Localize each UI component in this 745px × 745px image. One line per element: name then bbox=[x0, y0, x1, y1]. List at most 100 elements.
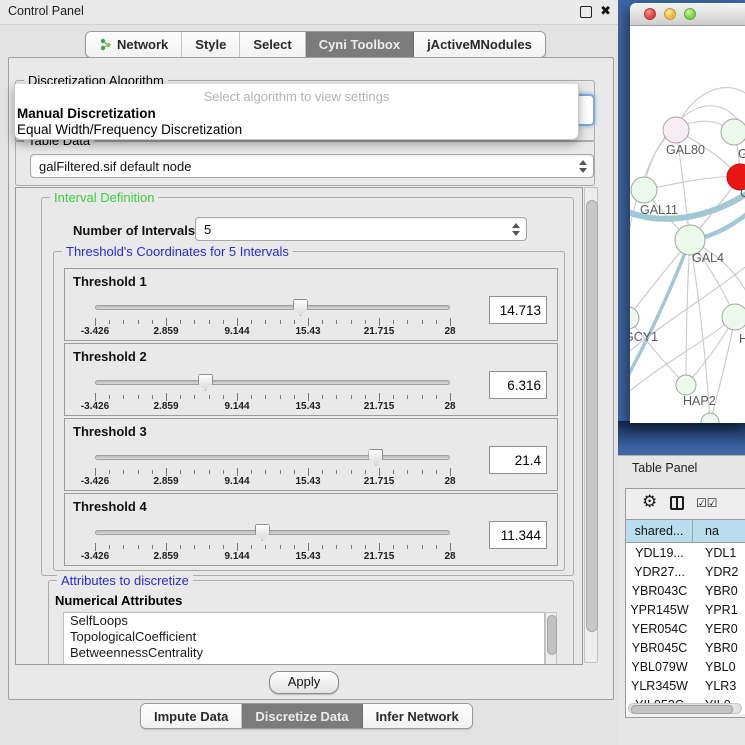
tab-infer-network[interactable]: Infer Network bbox=[363, 704, 472, 728]
table-horizontal-scrollbar[interactable] bbox=[628, 703, 742, 714]
slider-thumb[interactable] bbox=[368, 449, 383, 466]
threshold-value-field[interactable]: 21.4 bbox=[489, 446, 547, 474]
number-of-intervals-combobox[interactable]: 5 bbox=[195, 217, 527, 241]
table-row[interactable]: YBR043CYBR0 bbox=[626, 581, 745, 600]
network-edge-highlighted[interactable] bbox=[630, 240, 690, 381]
table-panel-box: ⚙ ☑☑ shared...naYDL19...YDL1YDR27...YDR2… bbox=[625, 488, 745, 718]
table-row[interactable]: YER054CYER0 bbox=[626, 619, 745, 638]
tab-label: Select bbox=[253, 37, 291, 52]
table-row[interactable]: YBL079WYBL0 bbox=[626, 657, 745, 676]
bottom-tab-bar: Impute Data Discretize Data Infer Network bbox=[140, 703, 473, 729]
threshold-slider-4[interactable]: -3.4262.8599.14415.4321.71528 bbox=[65, 494, 557, 565]
threshold-value-field[interactable]: 14.713 bbox=[489, 296, 547, 324]
threshold-slider-1[interactable]: -3.4262.8599.14415.4321.71528 bbox=[65, 269, 557, 340]
slider-track[interactable] bbox=[95, 305, 450, 310]
column-header-2[interactable]: na bbox=[693, 520, 745, 542]
thresholds-group-title: Threshold's Coordinates for 5 Intervals bbox=[62, 244, 293, 259]
tab-select[interactable]: Select bbox=[240, 32, 305, 57]
threshold-slider-2[interactable]: -3.4262.8599.14415.4321.71528 bbox=[65, 344, 557, 415]
slider-track[interactable] bbox=[95, 455, 450, 460]
threshold-value-field[interactable]: 11.344 bbox=[489, 521, 547, 549]
slider-ticks bbox=[95, 468, 450, 476]
table-data-combobox[interactable]: galFiltered.sif default node bbox=[30, 154, 594, 178]
attribute-item-betweennesscentrality[interactable]: BetweennessCentrality bbox=[64, 645, 544, 661]
numerical-attributes-list[interactable]: SelfLoopsTopologicalCoefficientBetweenne… bbox=[63, 612, 545, 665]
attributes-group: Attributes to discretize Numerical Attri… bbox=[48, 580, 574, 665]
numerical-attributes-label: Numerical Attributes bbox=[55, 593, 182, 608]
apply-button[interactable]: Apply bbox=[269, 671, 339, 694]
minimize-traffic-light-icon[interactable] bbox=[664, 8, 676, 20]
node-table[interactable]: shared...naYDL19...YDL1YDR27...YDR2YBR04… bbox=[626, 519, 745, 714]
column-header-1[interactable]: shared... bbox=[626, 520, 693, 542]
network-edge[interactable] bbox=[686, 240, 690, 385]
tab-jactivemnodules[interactable]: jActiveMNodules bbox=[414, 32, 545, 57]
tab-style[interactable]: Style bbox=[182, 32, 240, 57]
node-label-h: H bbox=[739, 332, 745, 346]
close-traffic-light-icon[interactable] bbox=[644, 8, 656, 20]
split-columns-icon[interactable] bbox=[670, 496, 684, 510]
dropdown-option-manual-discretization[interactable]: Manual Discretization bbox=[15, 106, 578, 122]
network-node-green[interactable] bbox=[631, 177, 657, 203]
threshold-value-field[interactable]: 6.316 bbox=[489, 371, 547, 399]
network-canvas[interactable]: GAL80GACGAL11GAL4GCY1HHAP2 bbox=[630, 25, 745, 423]
slider-thumb[interactable] bbox=[198, 374, 213, 391]
network-window-titlebar bbox=[630, 3, 745, 26]
network-node-green[interactable] bbox=[721, 119, 745, 145]
threshold-slider-3[interactable]: -3.4262.8599.14415.4321.71528 bbox=[65, 419, 557, 490]
threshold-panel-1: Threshold 1-3.4262.8599.14415.4321.71528… bbox=[64, 268, 558, 341]
table-cell: YER054C bbox=[626, 619, 693, 638]
float-window-icon[interactable] bbox=[580, 6, 592, 18]
table-data-value: galFiltered.sif default node bbox=[39, 159, 191, 174]
network-node-green[interactable] bbox=[722, 304, 745, 330]
node-label-hap2: HAP2 bbox=[683, 394, 716, 408]
tab-discretize-data[interactable]: Discretize Data bbox=[242, 704, 362, 728]
table-row[interactable]: YDL19...YDL1 bbox=[626, 543, 745, 562]
table-row[interactable]: YPR145WYPR1 bbox=[626, 600, 745, 619]
top-tab-bar: NetworkStyle Select Cyni ToolboxjActiveMNo… bbox=[85, 31, 546, 58]
network-edge[interactable] bbox=[644, 177, 740, 190]
tab-cyni-toolbox[interactable]: Cyni Toolbox bbox=[306, 32, 414, 57]
attribute-item-selfloops[interactable]: SelfLoops bbox=[64, 613, 544, 629]
threshold-panel-2: Threshold 2-3.4262.8599.14415.4321.71528… bbox=[64, 343, 558, 416]
table-row[interactable]: YBR045CYBR0 bbox=[626, 638, 745, 657]
cyni-toolbox-panel: Discretization Algorithm Select algorith… bbox=[8, 57, 614, 700]
close-icon[interactable]: ✖ bbox=[600, 3, 611, 19]
tab-label: Infer Network bbox=[376, 709, 459, 724]
tab-network[interactable]: Network bbox=[86, 32, 182, 57]
network-edge[interactable] bbox=[630, 318, 686, 385]
tab-label: Impute Data bbox=[154, 709, 228, 724]
network-background bbox=[618, 421, 745, 455]
network-node-green[interactable] bbox=[701, 413, 719, 423]
table-row[interactable]: YLR345WYLR3 bbox=[626, 676, 745, 695]
attributes-list-scrollbar[interactable] bbox=[545, 612, 557, 665]
network-window[interactable]: GAL80GACGAL11GAL4GCY1HHAP2 bbox=[630, 3, 745, 423]
table-cell: YDR2 bbox=[693, 562, 745, 581]
slider-thumb[interactable] bbox=[255, 524, 270, 541]
slider-track[interactable] bbox=[95, 380, 450, 385]
settings-viewport: Interval Definition Number of Intervals … bbox=[15, 187, 583, 665]
network-view-area: GAL80GACGAL11GAL4GCY1HHAP2 bbox=[618, 0, 745, 455]
table-cell: YBR0 bbox=[693, 638, 745, 657]
node-label-ga: GA bbox=[738, 147, 745, 161]
network-node-pink[interactable] bbox=[663, 117, 689, 143]
interval-definition-title: Interval Definition bbox=[50, 190, 158, 205]
dropdown-option-equal-width-frequency-discretization[interactable]: Equal Width/Frequency Discretization bbox=[15, 122, 578, 138]
panel-title: Control Panel bbox=[8, 4, 84, 18]
combo-stepper-icon[interactable] bbox=[512, 218, 520, 240]
attribute-item-topologicalcoefficient[interactable]: TopologicalCoefficient bbox=[64, 629, 544, 645]
zoom-traffic-light-icon[interactable] bbox=[684, 8, 696, 20]
table-row[interactable]: YDR27...YDR2 bbox=[626, 562, 745, 581]
tab-impute-data[interactable]: Impute Data bbox=[141, 704, 242, 728]
gear-icon[interactable]: ⚙ bbox=[642, 492, 657, 512]
slider-thumb[interactable] bbox=[293, 299, 308, 316]
slider-tick-labels: -3.4262.8599.14415.4321.71528 bbox=[95, 401, 450, 413]
slider-tick-labels: -3.4262.8599.14415.4321.71528 bbox=[95, 476, 450, 488]
slider-track[interactable] bbox=[95, 530, 450, 535]
network-node-green[interactable] bbox=[676, 375, 696, 395]
threshold-panel-3: Threshold 3-3.4262.8599.14415.4321.71528… bbox=[64, 418, 558, 491]
select-columns-icon[interactable]: ☑☑ bbox=[696, 496, 718, 510]
settings-vertical-scrollbar[interactable] bbox=[584, 187, 598, 663]
thresholds-group: Threshold's Coordinates for 5 Intervals … bbox=[53, 251, 565, 571]
combo-stepper-icon[interactable] bbox=[579, 155, 587, 177]
network-node-green[interactable] bbox=[630, 307, 639, 329]
